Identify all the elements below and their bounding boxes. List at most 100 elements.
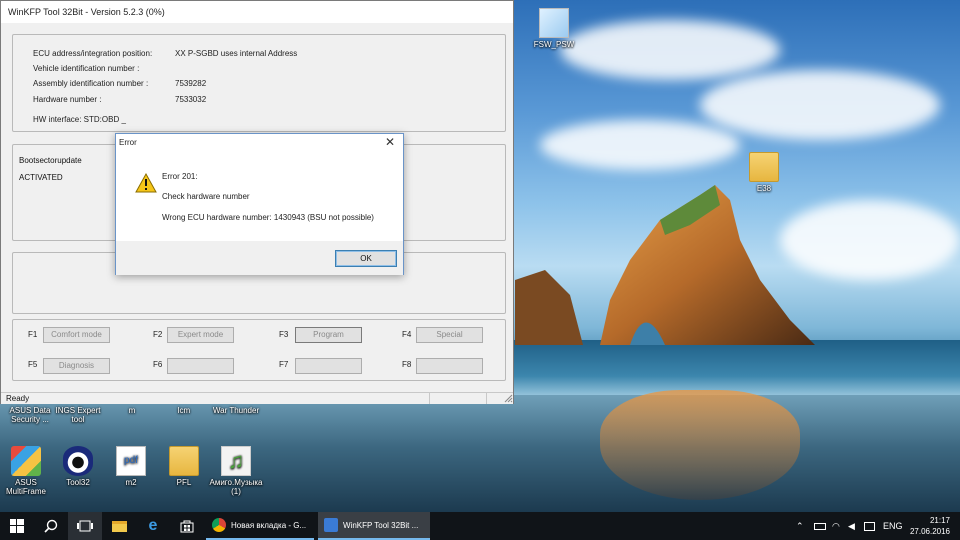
bootsector-title: Bootsectorupdate bbox=[19, 156, 82, 165]
desktop-icon-label: m bbox=[128, 406, 136, 415]
error-detail: Wrong ECU hardware number: 1430943 (BSU … bbox=[162, 213, 374, 222]
desktop-icon-fsw-psw[interactable]: FSW_PSW bbox=[524, 8, 584, 49]
assembly-number-value: 7539282 bbox=[175, 79, 207, 88]
clock-date: 27.06.2016 bbox=[909, 527, 950, 536]
task-view-icon bbox=[77, 520, 93, 532]
fkey-f3-label: F3 bbox=[279, 330, 289, 339]
desktop-icon-lcm[interactable]: lcm bbox=[154, 406, 214, 415]
desktop-icon-e38[interactable]: E38 bbox=[734, 152, 794, 193]
edge-icon: e bbox=[148, 517, 158, 534]
desktop-icon-label: lcm bbox=[177, 406, 191, 415]
f8-button[interactable] bbox=[416, 358, 483, 374]
chevron-up-icon: ⌃ bbox=[796, 520, 804, 531]
volume-tray[interactable]: ◀ bbox=[848, 512, 855, 540]
shield-icon bbox=[11, 446, 41, 476]
f7-button[interactable] bbox=[295, 358, 362, 374]
task-view-button[interactable] bbox=[68, 512, 102, 540]
fkey-f4-label: F4 bbox=[402, 330, 412, 339]
search-icon bbox=[44, 519, 58, 533]
desktop-icon-amigo-music[interactable]: ♫ Амиго.Музыка (1) bbox=[206, 446, 266, 496]
rock-reflection bbox=[600, 390, 800, 500]
fkey-f6-label: F6 bbox=[153, 360, 163, 369]
error-code: Error 201: bbox=[162, 172, 198, 181]
store-icon bbox=[180, 520, 194, 533]
ok-button[interactable]: OK bbox=[335, 250, 397, 267]
music-icon: ♫ bbox=[221, 446, 251, 476]
notification-icon bbox=[864, 521, 875, 531]
desktop-icon-label: War Thunder bbox=[212, 406, 260, 415]
dialog-title: Error bbox=[119, 138, 137, 147]
desktop-icon-m[interactable]: m bbox=[102, 406, 162, 415]
resize-grip-icon[interactable] bbox=[504, 394, 513, 403]
fkey-f5-label: F5 bbox=[28, 360, 38, 369]
fkey-f8-label: F8 bbox=[402, 360, 412, 369]
desktop-icon-m2[interactable]: pdf m2 bbox=[101, 446, 161, 487]
folder-icon bbox=[749, 152, 779, 182]
hw-interface-label: HW interface: STD:OBD _ bbox=[33, 115, 126, 124]
clock[interactable]: 21:17 27.06.2016 bbox=[910, 515, 950, 537]
fkey-f7-label: F7 bbox=[279, 360, 289, 369]
show-hidden-icons[interactable]: ⌃ bbox=[796, 512, 804, 540]
special-button[interactable]: Special bbox=[416, 327, 483, 343]
store-button[interactable] bbox=[170, 512, 204, 540]
taskbar-app-winkfp[interactable]: WinKFP Tool 32Bit ... bbox=[318, 512, 430, 540]
warning-icon bbox=[135, 173, 157, 193]
close-icon[interactable]: ✕ bbox=[385, 135, 395, 149]
f6-button[interactable] bbox=[167, 358, 234, 374]
status-separator bbox=[486, 393, 487, 404]
document-stack-icon bbox=[539, 8, 569, 38]
desktop-icon-ings-expert-tool[interactable]: INGS Expert tool bbox=[48, 406, 108, 424]
bootsector-state: ACTIVATED bbox=[19, 173, 63, 182]
taskbar-app-chrome[interactable]: Новая вкладка - G... bbox=[206, 512, 314, 540]
comfort-mode-button[interactable]: Comfort mode bbox=[43, 327, 110, 343]
desktop-icon-pfl[interactable]: PFL bbox=[154, 446, 214, 487]
rock-arch bbox=[600, 185, 815, 345]
language-label: ENG bbox=[883, 521, 903, 531]
function-keys-panel: F1 Comfort mode F2 Expert mode F3 Progra… bbox=[12, 319, 506, 381]
status-separator bbox=[429, 393, 430, 404]
clock-time: 21:17 bbox=[929, 516, 950, 525]
battery-tray[interactable] bbox=[814, 512, 826, 540]
desktop-icon-label: Амиго.Музыка (1) bbox=[209, 478, 263, 496]
hardware-number-value: 7533032 bbox=[175, 95, 207, 104]
file-explorer-button[interactable] bbox=[102, 512, 136, 540]
program-button[interactable]: Program bbox=[295, 327, 362, 343]
ecu-info-panel: ECU address/integration position: XX P-S… bbox=[12, 34, 506, 132]
desktop-icon-label: ASUS Data Security ... bbox=[9, 406, 51, 424]
network-tray[interactable]: ◠ bbox=[832, 512, 840, 540]
chrome-icon bbox=[212, 518, 226, 532]
diagnosis-button[interactable]: Diagnosis bbox=[43, 358, 110, 374]
desktop-icon-war-thunder[interactable]: War Thunder bbox=[206, 406, 266, 415]
battery-icon bbox=[814, 522, 826, 530]
status-bar: Ready bbox=[1, 392, 513, 404]
winkfp-icon bbox=[324, 518, 338, 532]
language-indicator[interactable]: ENG bbox=[883, 512, 903, 540]
desktop-icon-label: Tool32 bbox=[66, 478, 90, 487]
taskbar: e Новая вкладка - G... WinKFP Tool 32Bit… bbox=[0, 512, 960, 540]
assembly-number-label: Assembly identification number : bbox=[33, 79, 149, 88]
folder-icon bbox=[169, 446, 199, 476]
ecu-address-value: XX P-SGBD uses internal Address bbox=[175, 49, 298, 58]
eye-icon bbox=[63, 446, 93, 476]
vin-label: Vehicle identification number : bbox=[33, 64, 140, 73]
edge-button[interactable]: e bbox=[136, 512, 170, 540]
desktop-icon-label: ASUS MultiFrame bbox=[5, 478, 46, 496]
desktop-icon-label: E38 bbox=[756, 184, 772, 193]
cloud bbox=[700, 70, 940, 140]
desktop-icon-tool32[interactable]: Tool32 bbox=[48, 446, 108, 487]
error-dialog: Error ✕ Error 201: Check hardware number… bbox=[115, 133, 404, 275]
taskbar-app-label: WinKFP Tool 32Bit ... bbox=[343, 520, 419, 530]
cloud bbox=[560, 20, 780, 80]
status-text: Ready bbox=[6, 394, 30, 403]
start-button[interactable] bbox=[0, 512, 34, 540]
desktop-icon-label: PFL bbox=[176, 478, 192, 487]
action-center[interactable] bbox=[864, 512, 875, 540]
folder-icon bbox=[111, 520, 127, 532]
fkey-f1-label: F1 bbox=[28, 330, 38, 339]
desktop-icon-label: INGS Expert tool bbox=[55, 406, 101, 424]
expert-mode-button[interactable]: Expert mode bbox=[167, 327, 234, 343]
error-summary: Check hardware number bbox=[162, 192, 250, 201]
windows-logo-icon bbox=[10, 519, 24, 533]
search-button[interactable] bbox=[34, 512, 68, 540]
speaker-icon: ◀ bbox=[848, 520, 855, 531]
